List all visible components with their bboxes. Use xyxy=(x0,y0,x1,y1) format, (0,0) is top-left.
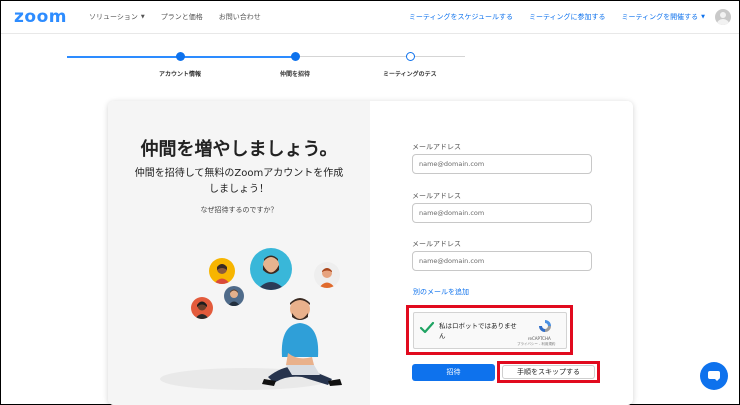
add-another-email-link[interactable]: 別のメールを追加 xyxy=(413,287,469,297)
nav-schedule-label: ミーティングをスケジュールする xyxy=(408,13,513,21)
subtitle-line-1: 仲間を招待して無料のZoomアカウントを作成 xyxy=(134,168,344,179)
step-dot-account-info xyxy=(176,52,185,61)
recaptcha-brand: reCAPTCHA xyxy=(528,336,551,341)
step-dot-test-meeting xyxy=(406,52,415,61)
email-field-2[interactable] xyxy=(412,203,592,223)
nav-join-label: ミーティングに参加する xyxy=(528,13,606,21)
nav-left: ソリューション ▼ プランと価格 お問い合わせ xyxy=(89,12,277,22)
recaptcha-logo-icon xyxy=(539,320,551,332)
nav-contact-label: お問い合わせ xyxy=(218,13,261,21)
nav-solutions[interactable]: ソリューション ▼ xyxy=(89,12,145,22)
person-bubble-icon xyxy=(224,286,244,306)
recaptcha-widget[interactable]: 私はロボットではありません reCAPTCHA プライバシー - 利用規約 xyxy=(413,312,567,349)
person-with-laptop-icon xyxy=(262,298,342,386)
person-bubble-icon xyxy=(191,297,213,319)
step-dot-invite xyxy=(291,52,300,61)
person-bubble-icon xyxy=(314,262,340,288)
skip-step-button[interactable]: 手順をスキップする xyxy=(502,365,595,379)
chevron-down-icon: ▼ xyxy=(701,14,705,20)
email-field-1[interactable] xyxy=(412,154,592,174)
nav-schedule-meeting[interactable]: ミーティングをスケジュールする xyxy=(409,12,513,22)
step-label-test-meeting: ミーティングのテス xyxy=(383,71,437,78)
nav-pricing[interactable]: プランと価格 xyxy=(161,12,203,22)
top-nav: zoom ソリューション ▼ プランと価格 お問い合わせ ミーティングをスケジュ… xyxy=(1,1,739,34)
nav-pricing-label: プランと価格 xyxy=(160,13,203,21)
person-bubble-icon xyxy=(209,258,235,284)
nav-contact[interactable]: お問い合わせ xyxy=(219,12,261,22)
email-label-2: メールアドレス xyxy=(412,192,461,200)
chat-bubble-icon xyxy=(708,371,720,381)
chevron-down-icon: ▼ xyxy=(140,14,145,20)
person-bubble-icon xyxy=(250,248,292,290)
recaptcha-label: 私はロボットではありません xyxy=(439,322,517,340)
email-field-3[interactable] xyxy=(412,251,592,271)
page-subtitle: 仲間を招待して無料のZoomアカウントを作成 しましょう！ xyxy=(128,166,350,198)
nav-host-meeting[interactable]: ミーティングを開催する ▼ xyxy=(622,12,705,22)
step-label-invite: 仲間を招待 xyxy=(280,71,311,78)
nav-right: ミーティングをスケジュールする ミーティングに参加する ミーティングを開催する … xyxy=(393,12,705,22)
email-label-3: メールアドレス xyxy=(412,240,461,248)
invite-button[interactable]: 招待 xyxy=(412,364,495,381)
stepper-remaining-line xyxy=(295,56,465,57)
step-label-account-info: アカウント情報 xyxy=(159,71,202,78)
page-title: 仲間を増やしましょう。 xyxy=(140,139,338,160)
nav-host-label: ミーティングを開催する xyxy=(621,13,699,21)
why-invite-link[interactable]: なぜ招待するのですか？ xyxy=(108,205,370,215)
email-label-1: メールアドレス xyxy=(412,143,461,151)
chat-support-button[interactable] xyxy=(700,362,728,390)
nav-join-meeting[interactable]: ミーティングに参加する xyxy=(529,12,606,22)
invite-illustration-panel: 仲間を増やしましょう。 仲間を招待して無料のZoomアカウントを作成 しましょう… xyxy=(108,101,370,405)
nav-solutions-label: ソリューション xyxy=(89,13,138,21)
checkmark-icon[interactable] xyxy=(419,320,435,336)
zoom-logo[interactable]: zoom xyxy=(14,7,67,27)
subtitle-line-2: しましょう！ xyxy=(209,184,269,195)
recaptcha-terms[interactable]: プライバシー - 利用規約 xyxy=(517,342,555,347)
user-avatar-icon[interactable] xyxy=(715,9,731,25)
